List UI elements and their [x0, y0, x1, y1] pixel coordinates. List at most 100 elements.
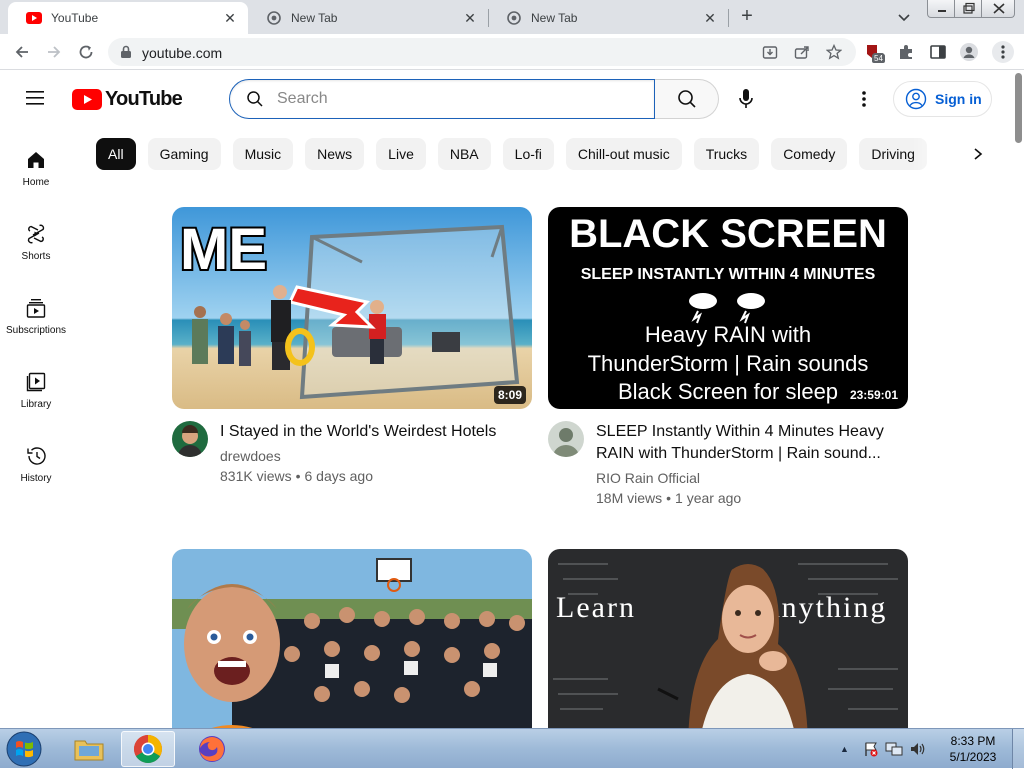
thumbnail-subline: SLEEP INSTANTLY WITHIN 4 MINUTES: [581, 266, 876, 283]
network-icon[interactable]: [885, 741, 903, 757]
search-box[interactable]: [229, 79, 655, 119]
guide-item-history[interactable]: History: [0, 423, 72, 497]
windows-logo-icon: [6, 731, 42, 767]
video-thumbnail[interactable]: ME 8:09: [172, 207, 532, 409]
guide-item-library[interactable]: Library: [0, 349, 72, 423]
guide-item-shorts[interactable]: Shorts: [0, 201, 72, 275]
youtube-play-logo-icon: [72, 88, 102, 110]
show-desktop-button[interactable]: [1012, 729, 1024, 769]
side-panel-icon[interactable]: [928, 42, 948, 62]
back-arrow-icon[interactable]: [12, 42, 32, 62]
thumbnail-line: ThunderStorm | Rain sounds: [588, 351, 869, 376]
forward-arrow-icon[interactable]: [44, 42, 64, 62]
chrome-menu-icon[interactable]: [992, 41, 1014, 63]
search-icon: [677, 90, 696, 108]
chip-fade: [912, 136, 962, 172]
youtube-logo[interactable]: YouTube: [72, 88, 183, 110]
chip-news[interactable]: News: [305, 138, 365, 170]
tab-new-tab-2[interactable]: New Tab ✕: [488, 2, 728, 34]
system-tray: ▲: [840, 729, 927, 769]
voice-search-mic-icon[interactable]: [730, 83, 762, 115]
video-thumbnail[interactable]: BLACK SCREEN SLEEP INSTANTLY WITHIN 4 MI…: [548, 207, 908, 409]
bookmark-star-icon[interactable]: [825, 43, 843, 60]
hamburger-menu-icon[interactable]: [24, 88, 48, 110]
subscriptions-icon: [26, 299, 46, 318]
search-icon: [246, 90, 264, 113]
action-center-flag-icon[interactable]: [863, 741, 879, 757]
install-app-icon[interactable]: [762, 44, 778, 60]
video-card[interactable]: Learn Anything: [548, 549, 908, 728]
guide-label: History: [20, 473, 52, 484]
chip-chill-out-music[interactable]: Chill-out music: [565, 138, 682, 170]
tab-title: YouTube: [51, 11, 99, 25]
account-circle-icon: [905, 88, 927, 110]
video-thumbnail[interactable]: Learn Anything: [548, 549, 908, 728]
chip-next-chevron-icon[interactable]: [966, 142, 990, 166]
share-icon[interactable]: [794, 44, 810, 60]
video-title[interactable]: I Stayed in the World's Weirdest Hotels: [220, 421, 520, 443]
thumbnail-headline: BLACK SCREEN: [569, 212, 887, 256]
video-card[interactable]: BLACK SCREEN SLEEP INSTANTLY WITHIN 4 MI…: [548, 207, 908, 517]
extensions-puzzle-icon[interactable]: [896, 42, 916, 62]
chip-nba[interactable]: NBA: [437, 138, 491, 170]
page-scrollbar[interactable]: [1012, 71, 1024, 728]
taskbar-windows-explorer[interactable]: [62, 731, 116, 767]
view-count: 831K views: [220, 468, 292, 484]
search-input[interactable]: [277, 88, 637, 110]
youtube-favicon-icon: [26, 10, 42, 26]
chip-comedy[interactable]: Comedy: [771, 138, 848, 170]
tab-youtube[interactable]: YouTube ✕: [8, 2, 248, 34]
taskbar-clock[interactable]: 8:33 PM 5/1/2023: [940, 733, 1006, 765]
scrollbar-thumb[interactable]: [1015, 73, 1022, 143]
taskbar-firefox[interactable]: [185, 731, 239, 767]
video-metadata: 18M views • 1 year ago: [596, 490, 742, 506]
chip-trucks[interactable]: Trucks: [693, 138, 760, 170]
restore-button[interactable]: [954, 0, 982, 18]
close-tab-icon[interactable]: ✕: [702, 10, 718, 26]
tab-search-chevron-icon[interactable]: [895, 8, 913, 26]
video-thumbnail[interactable]: [172, 549, 532, 728]
taskbar-google-chrome[interactable]: [121, 731, 175, 767]
firefox-logo-icon: [199, 736, 225, 762]
profile-avatar-icon[interactable]: [959, 42, 979, 62]
channel-name[interactable]: RIO Rain Official: [596, 468, 700, 488]
sign-in-label: Sign in: [935, 91, 982, 107]
chrome-logo-icon: [134, 735, 162, 763]
windows-start-button[interactable]: [4, 730, 44, 768]
close-window-button[interactable]: [981, 0, 1015, 18]
show-hidden-icons-chevron-icon[interactable]: ▲: [840, 744, 849, 754]
history-icon: [27, 447, 46, 465]
chip-live[interactable]: Live: [376, 138, 426, 170]
sign-in-button[interactable]: Sign in: [893, 81, 992, 117]
upload-age: 1 year ago: [675, 490, 742, 506]
search-button[interactable]: [655, 79, 719, 119]
minimize-button[interactable]: [927, 0, 955, 18]
address-bar[interactable]: youtube.com: [108, 38, 856, 66]
channel-avatar[interactable]: [172, 421, 208, 457]
chip-all[interactable]: All: [96, 138, 136, 170]
chip-music[interactable]: Music: [232, 138, 294, 170]
guide-label: Shorts: [21, 251, 51, 262]
settings-more-icon[interactable]: [852, 87, 876, 111]
guide-item-subscriptions[interactable]: Subscriptions: [0, 275, 72, 349]
close-tab-icon[interactable]: ✕: [462, 10, 478, 26]
volume-speaker-icon[interactable]: [909, 741, 927, 757]
channel-avatar[interactable]: [548, 421, 584, 457]
guide-item-home[interactable]: Home: [0, 127, 72, 201]
thumbnail-text: ME: [180, 217, 267, 282]
library-icon: [26, 372, 46, 392]
video-card[interactable]: ME 8:09 I Stayed in the World's Weirdest…: [172, 207, 532, 497]
chip-gaming[interactable]: Gaming: [147, 138, 221, 170]
upload-age: 6 days ago: [304, 468, 374, 484]
video-card[interactable]: [172, 549, 532, 728]
chip-bar: All Gaming Music News Live NBA Lo-fi Chi…: [96, 138, 939, 170]
view-count: 18M views: [596, 490, 663, 506]
reload-icon[interactable]: [76, 42, 96, 62]
video-title[interactable]: SLEEP Instantly Within 4 Minutes Heavy R…: [596, 421, 896, 465]
tab-new-tab-1[interactable]: New Tab ✕: [248, 2, 488, 34]
close-tab-icon[interactable]: ✕: [222, 10, 238, 26]
new-tab-button[interactable]: +: [736, 6, 758, 28]
channel-name[interactable]: drewdoes: [220, 446, 281, 466]
chip-lofi[interactable]: Lo-fi: [502, 138, 554, 170]
lock-icon[interactable]: [120, 45, 132, 64]
